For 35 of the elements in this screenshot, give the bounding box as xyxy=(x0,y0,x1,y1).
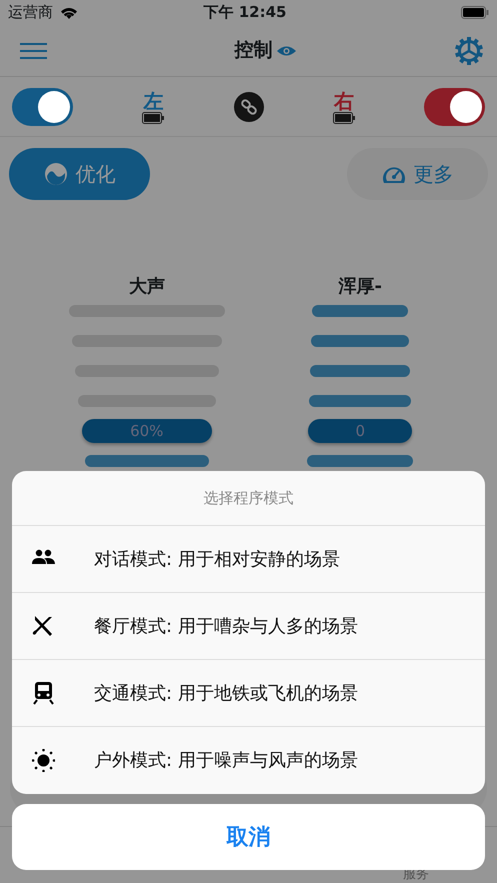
eye-icon xyxy=(276,44,296,56)
wave-icon xyxy=(44,162,68,186)
column-title: 浑厚- xyxy=(338,275,382,299)
sheet-title: 选择程序模式 xyxy=(12,471,485,526)
slider-step[interactable] xyxy=(310,365,410,377)
carrier-name: 运营商 xyxy=(8,2,53,24)
menu-icon[interactable] xyxy=(20,42,47,60)
wifi-icon xyxy=(59,6,79,20)
slider-step[interactable] xyxy=(312,305,408,317)
battery-icon xyxy=(142,112,164,124)
value-pill: 60% xyxy=(82,419,212,443)
slider-step[interactable] xyxy=(84,455,209,467)
value-pill: 0 xyxy=(308,419,412,443)
mode-option[interactable]: 餐厅模式: 用于嘈杂与人多的场景 xyxy=(12,593,485,660)
fork-knife-icon xyxy=(32,614,55,638)
train-icon xyxy=(32,682,55,704)
mode-option[interactable]: 户外模式: 用于噪声与风声的场景 xyxy=(12,727,485,794)
toggle-switch[interactable] xyxy=(12,88,73,126)
side-label: 左 xyxy=(143,90,164,112)
side-label: 右 xyxy=(334,90,354,112)
link-icon[interactable] xyxy=(234,92,264,122)
slider-step[interactable] xyxy=(309,395,412,407)
slider-step[interactable] xyxy=(311,335,410,347)
page-title: 控制 xyxy=(234,38,272,64)
mode-option[interactable]: 对话模式: 用于相对安静的场景 xyxy=(12,526,485,593)
settings-icon[interactable] xyxy=(455,36,483,64)
mode-option[interactable]: 交通模式: 用于地铁或飞机的场景 xyxy=(12,660,485,727)
cancel-button[interactable]: 取消 xyxy=(12,804,485,870)
sun-icon xyxy=(32,749,55,772)
slider-step[interactable] xyxy=(307,455,414,467)
toggle-switch[interactable] xyxy=(424,88,485,126)
column-title: 大声 xyxy=(128,275,165,299)
battery-icon xyxy=(332,112,355,124)
status-time: 下午 12:45 xyxy=(204,2,288,24)
battery-icon xyxy=(461,6,489,19)
